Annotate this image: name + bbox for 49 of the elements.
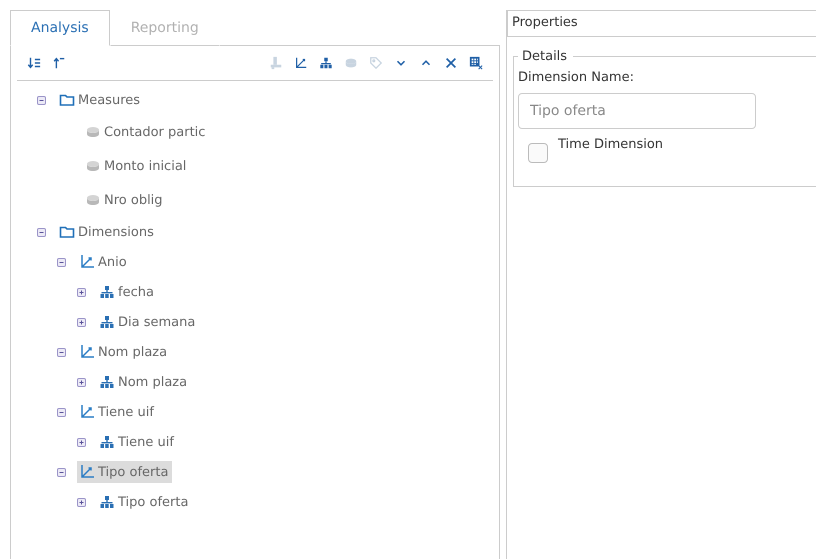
- hierarchy-icon: [99, 314, 115, 330]
- checkbox-label: Time Dimension: [558, 137, 664, 152]
- expander-icon[interactable]: [57, 468, 66, 476]
- tree-item[interactable]: Dimensions: [57, 221, 158, 243]
- tree-item[interactable]: Anio: [77, 251, 131, 273]
- expander-icon[interactable]: [77, 378, 86, 386]
- expander-icon[interactable]: [57, 348, 66, 356]
- tree-item[interactable]: Tipo oferta: [97, 491, 192, 513]
- group-title: Details: [521, 49, 568, 64]
- tree-item[interactable]: Measures: [57, 89, 144, 111]
- hierarchy-icon: [99, 434, 115, 450]
- axes-icon: [79, 254, 95, 270]
- axes-icon: [79, 344, 95, 360]
- expander-icon[interactable]: [37, 228, 46, 236]
- folder-icon: [59, 224, 75, 240]
- sort-down-icon[interactable]: [27, 56, 41, 70]
- hierarchy-icon: [99, 374, 115, 390]
- expander-icon[interactable]: [77, 318, 86, 326]
- tree-item[interactable]: Tiene uif: [97, 431, 178, 453]
- tree-item[interactable]: fecha: [97, 281, 158, 303]
- hierarchy-icon: [99, 284, 115, 300]
- tree-item[interactable]: Nom plaza: [97, 371, 192, 393]
- expander-icon[interactable]: [57, 408, 66, 416]
- tab[interactable]: Analysis: [10, 10, 110, 46]
- tree-item[interactable]: Tiene uif: [77, 401, 158, 423]
- hierarchy-icon: [99, 494, 115, 510]
- field-label: Dimension Name:: [518, 70, 635, 85]
- axes-icon: [79, 404, 95, 420]
- folder-icon: [59, 92, 75, 108]
- tree-item[interactable]: Dia semana: [97, 311, 200, 333]
- tree-item-selected[interactable]: Tipo oferta: [77, 461, 172, 483]
- tree-item[interactable]: Nro oblig: [83, 189, 167, 211]
- expander-icon[interactable]: [77, 438, 86, 446]
- grid-icon[interactable]: [469, 56, 483, 70]
- tree-item[interactable]: Monto inicial: [83, 155, 190, 177]
- panel-title: Properties: [507, 10, 816, 37]
- axes-icon: [79, 464, 95, 480]
- expander-icon[interactable]: [77, 288, 86, 296]
- tree-item[interactable]: Nom plaza: [77, 341, 172, 363]
- close-icon[interactable]: [444, 56, 458, 70]
- tree-item[interactable]: Contador partic: [83, 121, 210, 143]
- sort-up-icon[interactable]: [52, 56, 66, 70]
- hierarchy-icon[interactable]: [319, 56, 333, 70]
- expander-icon[interactable]: [77, 498, 86, 506]
- name-field[interactable]: Tipo oferta: [518, 93, 756, 129]
- expander-icon[interactable]: [37, 96, 46, 104]
- expander-icon[interactable]: [57, 258, 66, 266]
- axes-icon[interactable]: [294, 56, 308, 70]
- checkbox[interactable]: [528, 143, 548, 163]
